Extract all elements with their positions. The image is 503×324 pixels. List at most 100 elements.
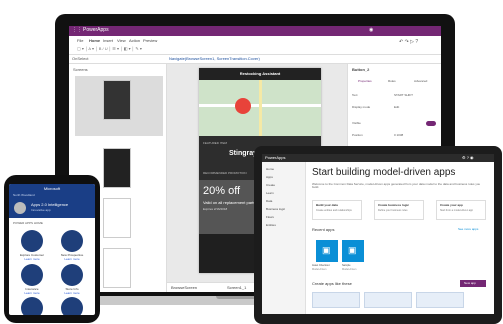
tip-text: Start from a model-driven app	[440, 209, 474, 212]
sidebar-item[interactable]: Home	[266, 168, 274, 171]
ribbon: File Home Insert View Action Preview ▢ ▾…	[69, 36, 441, 55]
tile-icon[interactable]	[21, 297, 43, 315]
tip-title: Create business logic	[378, 203, 410, 207]
app-title: Restocking Assistant	[239, 71, 281, 76]
template-tile[interactable]	[312, 292, 360, 308]
user-name: Apps 2.0 Intelligence	[31, 202, 69, 207]
see-more-link[interactable]: See more apps	[458, 228, 478, 231]
tip-text: Define your business rules	[378, 209, 408, 212]
ribbon-toolbar-icons[interactable]: ▢ ▾ │ A ▾ │ B / U │ ☰ ▾ │ ◧ ▾ │ ✎ ▾	[77, 47, 142, 51]
app-name: PowerApps	[83, 27, 109, 33]
featured-label: FEATURED ITEM	[203, 141, 227, 145]
new-app-label: New app	[464, 281, 476, 285]
sidebar-item[interactable]: Learn	[266, 192, 274, 195]
portal-nav-bar: PowerApps ⚙ ? ◉	[262, 154, 494, 162]
phone-header: Microsoft North Woodland Apps 2.0 Intell…	[9, 184, 95, 218]
undo-redo-icons[interactable]: ↶ ↷ ▷ ?	[399, 40, 418, 45]
props-tab[interactable]: Rules	[388, 80, 396, 83]
tip-text: Create entities and relationships	[316, 209, 352, 212]
template-tile[interactable]	[364, 292, 412, 308]
tile-subtitle[interactable]: Learn more	[52, 292, 92, 295]
portal-intro: Welcome to the Common Data Service, mode…	[312, 182, 481, 189]
prop-name: Display mode	[352, 105, 371, 109]
formula-input[interactable]: Navigate(BrowseScreen1, ScreenTransition…	[169, 57, 260, 61]
portal-brand: PowerApps	[265, 155, 286, 160]
tip-title: Create your app	[440, 203, 463, 207]
sidebar-item[interactable]: Apps	[266, 176, 273, 179]
sidebar-item[interactable]: Flows	[266, 216, 274, 219]
tile-icon[interactable]	[61, 230, 83, 252]
sidebar-item[interactable]: Entities	[266, 224, 276, 227]
portal-sidebar: Home Apps Create Learn Data Business log…	[262, 162, 306, 314]
screen-thumbnail[interactable]	[103, 148, 131, 188]
powerapps-portal: PowerApps ⚙ ? ◉ Home Apps Create Learn D…	[262, 154, 494, 314]
tab-browse-screen[interactable]: BrowseScreen	[171, 286, 197, 290]
tablet-device: PowerApps ⚙ ? ◉ Home Apps Create Learn D…	[254, 146, 502, 324]
promo-sub: Valid on all replacement parts	[203, 200, 256, 205]
app-tile-icon[interactable]: ▣	[342, 240, 364, 262]
tile-icon[interactable]	[61, 264, 83, 286]
phone-search[interactable]: North Woodland	[13, 194, 35, 197]
promo-expiry: Expires 2/16/2018	[203, 207, 228, 211]
screen-thumbnail[interactable]	[103, 198, 131, 238]
props-tab[interactable]: Advanced	[414, 80, 427, 83]
map-image	[199, 80, 321, 136]
tab-preview[interactable]: Preview	[143, 39, 157, 43]
tab-home[interactable]: Home	[89, 39, 100, 43]
tip-card[interactable]: Create your app Start from a model-drive…	[436, 200, 486, 220]
screen-thumbnail[interactable]	[103, 80, 131, 120]
tab-insert[interactable]: Insert	[103, 39, 113, 43]
tab-file[interactable]: File	[77, 39, 83, 43]
create-apps-label: Create apps like these	[312, 281, 352, 286]
app-kind: Model-driven	[342, 268, 357, 271]
prop-name: Text	[352, 93, 358, 97]
tip-card[interactable]: Build your data Create entities and rela…	[312, 200, 362, 220]
app-title-bar: ⋮⋮ PowerApps ◉	[69, 26, 441, 36]
phone-device: Microsoft North Woodland Apps 2.0 Intell…	[4, 175, 100, 323]
promo-label: RECOMMENDED PROMOTION	[203, 171, 247, 175]
tile-subtitle[interactable]: Learn more	[12, 292, 52, 295]
tree-title: Screens	[73, 67, 88, 72]
avatar	[14, 202, 26, 214]
phone-app-screen: Microsoft North Woodland Apps 2.0 Intell…	[9, 184, 95, 315]
tile-icon[interactable]	[61, 297, 83, 315]
tile-icon[interactable]	[21, 230, 43, 252]
tab-screen1[interactable]: Screen1_1	[227, 286, 246, 290]
sidebar-item[interactable]: Data	[266, 200, 272, 203]
app-kind: Model-driven	[312, 268, 327, 271]
tab-action[interactable]: Action	[129, 39, 140, 43]
prop-value[interactable]: 0 1038	[394, 134, 403, 137]
section-title: POWER APPS HOME	[13, 221, 43, 225]
map-marker-icon	[235, 98, 251, 114]
promo-big: 20% off	[203, 185, 241, 197]
tab-view[interactable]: View	[117, 39, 126, 43]
prop-value[interactable]: START SHIFT	[394, 94, 413, 97]
visible-toggle[interactable]	[426, 121, 436, 126]
template-tile[interactable]	[416, 292, 464, 308]
tile-icon[interactable]	[21, 264, 43, 286]
tile-subtitle[interactable]: Learn more	[52, 258, 92, 261]
app-tile-icon[interactable]: ▣	[316, 240, 338, 262]
app-glyph-icon: ▣	[322, 245, 331, 255]
sidebar-item[interactable]: Business logic	[266, 208, 285, 211]
settings-icon[interactable]: ⚙ ? ◉	[462, 156, 474, 160]
props-title: Button_2	[352, 67, 370, 72]
user-avatar-icon[interactable]: ◉	[369, 28, 373, 33]
tile-subtitle[interactable]: Learn more	[12, 258, 52, 261]
prop-name: Position	[352, 133, 363, 137]
property-dropdown[interactable]: OnSelect	[72, 57, 88, 61]
screen-thumbnail[interactable]	[103, 248, 131, 288]
app-header: Restocking Assistant	[199, 68, 321, 80]
prop-name: Visible	[352, 121, 361, 125]
prop-value[interactable]: Edit	[394, 106, 399, 109]
sidebar-item[interactable]: Create	[266, 184, 275, 187]
props-tab[interactable]: Properties	[358, 80, 372, 83]
grid-menu-icon[interactable]: ⋮⋮	[72, 28, 82, 33]
recent-apps-label: Recent apps	[312, 227, 335, 232]
formula-bar: OnSelect Navigate(BrowseScreen1, ScreenT…	[69, 55, 441, 64]
phone-brand: Microsoft	[43, 186, 61, 191]
tip-card[interactable]: Create business logic Define your busine…	[374, 200, 424, 220]
map-road	[259, 80, 262, 136]
app-glyph-icon: ▣	[348, 245, 357, 255]
new-app-button[interactable]: New app	[460, 280, 486, 287]
